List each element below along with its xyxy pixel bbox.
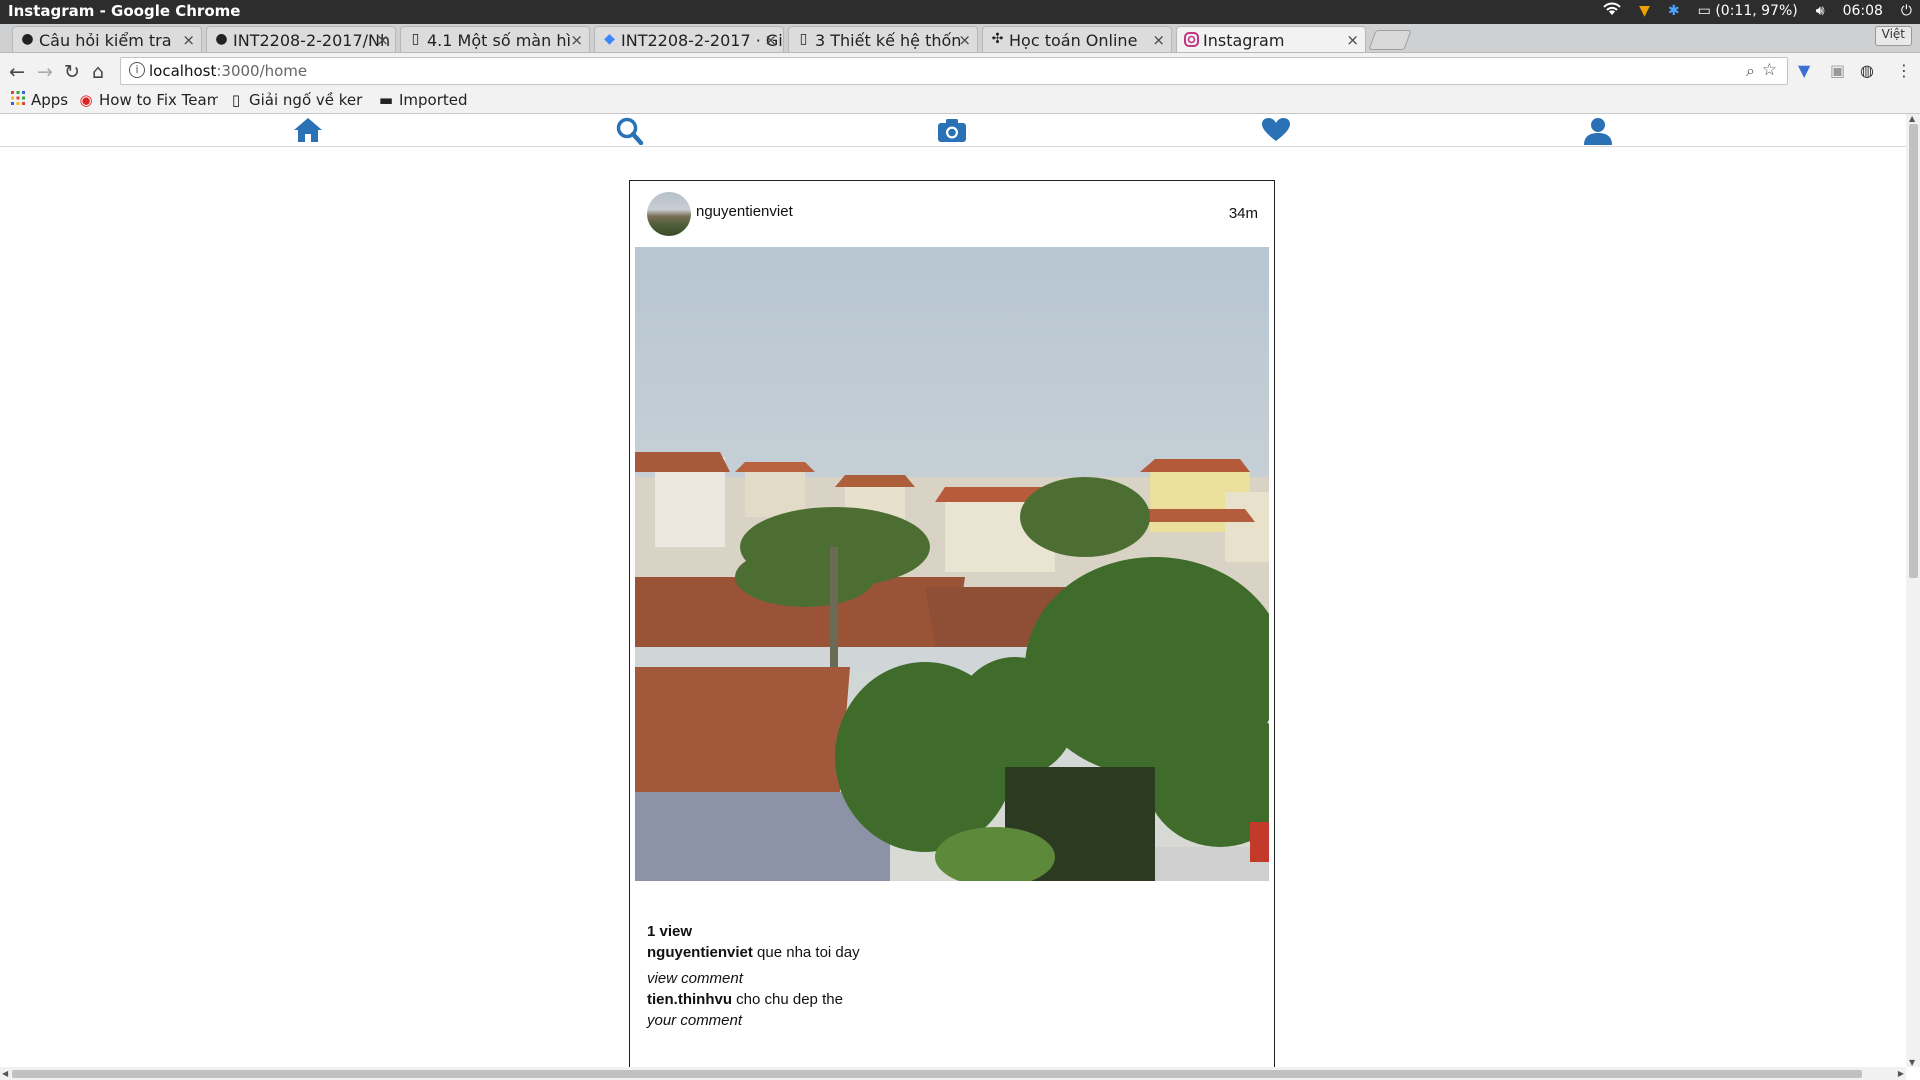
close-icon[interactable]: × bbox=[376, 31, 389, 49]
close-icon[interactable]: × bbox=[764, 31, 777, 49]
site-info-icon[interactable]: i bbox=[129, 62, 145, 78]
zoom-icon[interactable]: ⌕ bbox=[1746, 61, 1755, 81]
horizontal-scroll-thumb[interactable] bbox=[12, 1070, 1862, 1078]
close-icon[interactable]: × bbox=[1346, 31, 1359, 49]
comment: tien.thinhvu cho chu dep the bbox=[647, 989, 1247, 1010]
os-title-bar: Instagram - Google Chrome ▼ ✱ ▭ (0:11, 9… bbox=[0, 0, 1920, 24]
comment-author[interactable]: tien.thinhvu bbox=[647, 991, 732, 1008]
bookmark-how-to-fix[interactable]: ◉ How to Fix Team bbox=[78, 91, 218, 109]
red-logo-icon: ◉ bbox=[79, 91, 93, 109]
close-icon[interactable]: × bbox=[1152, 31, 1165, 49]
post-time-ago: 34m bbox=[1228, 205, 1258, 222]
post-details: 1 view nguyentienviet que nha toi day vi… bbox=[647, 921, 1247, 1031]
window-title: Instagram - Google Chrome bbox=[8, 2, 241, 20]
system-tray: ▼ ✱ ▭ (0:11, 97%) 🔊︎ 06:08 ⏻ bbox=[1603, 2, 1912, 20]
wifi-icon[interactable] bbox=[1603, 2, 1621, 20]
your-comment-input[interactable]: your comment bbox=[647, 1010, 1247, 1031]
folder-icon: ▬ bbox=[378, 91, 394, 109]
post-author[interactable]: nguyentienviet bbox=[696, 203, 793, 220]
search-icon[interactable] bbox=[614, 117, 646, 146]
github-icon: ● bbox=[215, 31, 228, 47]
close-icon[interactable]: × bbox=[182, 31, 195, 49]
page-icon: ▯ bbox=[231, 91, 241, 109]
menu-icon[interactable]: ⋮ bbox=[1896, 61, 1912, 80]
scroll-right-arrow-icon[interactable]: ▶ bbox=[1898, 1069, 1904, 1078]
network-indicator-icon[interactable]: ▼ bbox=[1639, 3, 1650, 19]
scroll-up-arrow-icon[interactable]: ▲ bbox=[1909, 114, 1915, 123]
bookmark-giai-ngo[interactable]: ▯ Giải ngố về ker bbox=[228, 91, 364, 109]
post-photo-rooftops bbox=[635, 247, 1269, 881]
tab-int2208-gitbook[interactable]: ◆ INT2208-2-2017 · Gi × bbox=[594, 26, 784, 52]
bookmark-star-icon[interactable]: ☆ bbox=[1762, 60, 1777, 80]
address-bar[interactable]: i localhost:3000/home ⌕ ☆ bbox=[120, 57, 1788, 85]
avatar[interactable] bbox=[647, 192, 691, 236]
view-comment-link[interactable]: view comment bbox=[647, 968, 1247, 989]
post-caption: nguyentienviet que nha toi day bbox=[647, 942, 1247, 963]
horizontal-scrollbar[interactable]: ◀ ▶ bbox=[0, 1067, 1906, 1080]
extension-globe-icon[interactable]: ◍ bbox=[1860, 61, 1874, 80]
back-icon[interactable]: ← bbox=[9, 61, 25, 83]
post-image[interactable] bbox=[635, 247, 1269, 881]
close-icon[interactable]: × bbox=[570, 31, 583, 49]
gitbook-icon: ◆ bbox=[604, 31, 615, 47]
bookmark-apps[interactable]: Apps bbox=[10, 91, 68, 109]
profile-tag[interactable]: Việt bbox=[1874, 26, 1912, 46]
post-card: nguyentienviet 34m 1 view nguyentienviet… bbox=[629, 180, 1275, 1067]
tab-thiet-ke[interactable]: ▯ 3 Thiết kế hệ thốn × bbox=[788, 26, 978, 52]
puzzle-icon: ✣ bbox=[991, 31, 1004, 47]
tab-cau-hoi[interactable]: ● Câu hỏi kiểm tra × bbox=[12, 26, 202, 52]
bluetooth-icon[interactable]: ✱ bbox=[1668, 3, 1680, 19]
scroll-left-arrow-icon[interactable]: ◀ bbox=[2, 1069, 8, 1078]
volume-icon[interactable]: 🔊︎ bbox=[1816, 3, 1825, 19]
vertical-scroll-thumb[interactable] bbox=[1909, 124, 1918, 578]
heart-icon[interactable] bbox=[1260, 117, 1292, 143]
app-nav-bar bbox=[0, 114, 1906, 147]
home-icon[interactable] bbox=[292, 117, 324, 143]
extension-box-icon[interactable]: ▣ bbox=[1830, 61, 1845, 80]
profile-icon[interactable] bbox=[1582, 117, 1614, 145]
instagram-icon bbox=[1184, 32, 1199, 47]
tab-int2208-github[interactable]: ● INT2208-2-2017/Nh × bbox=[206, 26, 396, 52]
scroll-down-arrow-icon[interactable]: ▼ bbox=[1909, 1058, 1915, 1067]
apps-grid-icon bbox=[10, 91, 26, 109]
tab-strip: ● Câu hỏi kiểm tra × ● INT2208-2-2017/Nh… bbox=[0, 24, 1920, 53]
bookmark-imported[interactable]: ▬ Imported bbox=[378, 91, 468, 109]
tab-mot-so-man-hinh[interactable]: ▯ 4.1 Một số màn hì × bbox=[400, 26, 590, 52]
view-count: 1 view bbox=[647, 923, 693, 940]
tab-instagram[interactable]: Instagram × bbox=[1176, 26, 1366, 52]
clock[interactable]: 06:08 bbox=[1843, 3, 1883, 19]
book-icon: ▯ bbox=[799, 31, 808, 47]
github-icon: ● bbox=[21, 31, 34, 47]
close-icon[interactable]: × bbox=[958, 31, 971, 49]
browser-toolbar: ← → ↻ ⌂ i localhost:3000/home ⌕ ☆ ▼ ▣ ◍ … bbox=[0, 53, 1920, 89]
caption-author[interactable]: nguyentienviet bbox=[647, 944, 753, 961]
book-icon: ▯ bbox=[411, 31, 420, 47]
battery-indicator[interactable]: ▭ (0:11, 97%) bbox=[1698, 3, 1798, 19]
home-button-icon[interactable]: ⌂ bbox=[92, 61, 104, 83]
vertical-scrollbar[interactable]: ▲ ▼ bbox=[1906, 114, 1920, 1067]
caption-text: que nha toi day bbox=[757, 944, 860, 961]
battery-icon: ▭ bbox=[1697, 3, 1711, 19]
bookmarks-bar: Apps ◉ How to Fix Team ▯ Giải ngố về ker ▬… bbox=[0, 89, 1920, 114]
forward-icon[interactable]: → bbox=[37, 61, 53, 83]
page-viewport: nguyentienviet 34m 1 view nguyentienviet… bbox=[0, 114, 1920, 1067]
url-text[interactable]: localhost:3000/home bbox=[149, 62, 307, 80]
comment-text: cho chu dep the bbox=[736, 991, 843, 1008]
camera-icon[interactable] bbox=[936, 117, 968, 143]
extension-mic-icon[interactable]: ▼ bbox=[1798, 61, 1810, 80]
new-tab-button[interactable] bbox=[1368, 30, 1412, 50]
power-icon[interactable]: ⏻ bbox=[1901, 3, 1912, 19]
tab-hoc-toan[interactable]: ✣ Học toán Online × bbox=[982, 26, 1172, 52]
reload-icon[interactable]: ↻ bbox=[64, 61, 80, 83]
